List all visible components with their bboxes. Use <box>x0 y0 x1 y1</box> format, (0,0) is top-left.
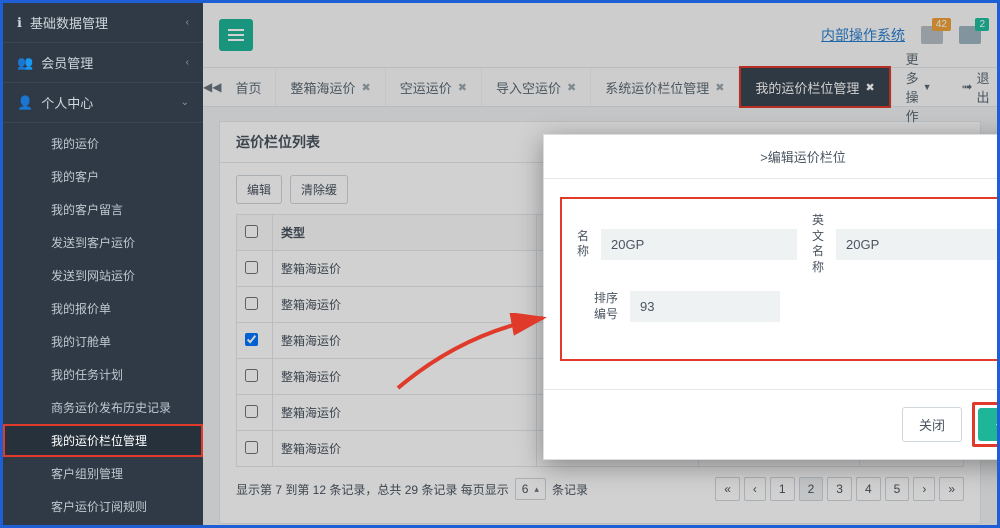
edit-rate-column-modal: >编辑运价栏位 × 名称 英文 名称 排序 编号 <box>543 134 1000 460</box>
sidebar-personal-list: 我的运价我的客户我的客户留言发送到客户运价发送到网站运价我的报价单我的订舱单我的… <box>3 123 203 528</box>
sidebar-item[interactable]: 我的运价栏位管理 <box>3 424 203 457</box>
users-icon: 👥 <box>17 55 33 71</box>
modal-title: >编辑运价栏位 <box>760 150 846 165</box>
name-input[interactable] <box>601 229 797 260</box>
sidebar-item[interactable]: 我的客户留言 <box>3 193 203 226</box>
sidebar-item[interactable]: 我的运价 <box>3 127 203 160</box>
label-en-name: 英文 名称 <box>809 213 824 275</box>
sidebar-item[interactable]: 商务运价发布历史记录 <box>3 391 203 424</box>
sidebar-item[interactable]: 我的客户 <box>3 160 203 193</box>
sidebar-item[interactable]: 我的任务计划 <box>3 358 203 391</box>
sidebar-group-label: 个人中心 <box>41 93 93 112</box>
chevron-left-icon: ‹ <box>186 17 189 28</box>
label-sort-no: 排序 编号 <box>574 291 618 322</box>
sidebar: ℹ 基础数据管理 ‹ 👥 会员管理 ‹ 👤 个人中心 ⌄ 我的运价我的客户我的客… <box>3 3 203 525</box>
sidebar-group-basic-data[interactable]: ℹ 基础数据管理 ‹ <box>3 3 203 43</box>
sidebar-item[interactable]: 我的报价单 <box>3 292 203 325</box>
sidebar-group-label: 会员管理 <box>41 53 93 72</box>
chevron-left-icon: ‹ <box>186 57 189 68</box>
sidebar-item[interactable]: 我的订舱单 <box>3 325 203 358</box>
user-icon: 👤 <box>17 95 33 111</box>
label-name: 名称 <box>574 229 589 260</box>
sidebar-item[interactable]: 发送到客户运价 <box>3 226 203 259</box>
modal-close-button[interactable]: 关闭 <box>902 407 962 442</box>
info-icon: ℹ <box>17 15 22 31</box>
sidebar-group-personal[interactable]: 👤 个人中心 ⌄ <box>3 83 203 123</box>
sort-no-input[interactable] <box>630 291 780 322</box>
sidebar-item[interactable]: 个人资料 <box>3 523 203 528</box>
modal-header: >编辑运价栏位 × <box>544 135 1000 179</box>
modal-footer: 关闭 保存 <box>544 389 1000 459</box>
sidebar-item[interactable]: 客户运价订阅规则 <box>3 490 203 523</box>
sidebar-group-membership[interactable]: 👥 会员管理 ‹ <box>3 43 203 83</box>
modal-save-button[interactable]: 保存 <box>978 408 1000 441</box>
chevron-down-icon: ⌄ <box>181 97 189 108</box>
en-name-input[interactable] <box>836 229 1000 260</box>
sidebar-item[interactable]: 客户组别管理 <box>3 457 203 490</box>
sidebar-item[interactable]: 发送到网站运价 <box>3 259 203 292</box>
main-area: 内部操作系统 42 2 ◀◀ 首页整箱海运价✖空运运价✖导入空运价✖系统运价栏位… <box>203 3 997 525</box>
form-highlight-area: 名称 英文 名称 排序 编号 <box>560 197 1000 361</box>
save-callout: 保存 <box>972 402 1000 447</box>
sidebar-group-label: 基础数据管理 <box>30 13 108 32</box>
